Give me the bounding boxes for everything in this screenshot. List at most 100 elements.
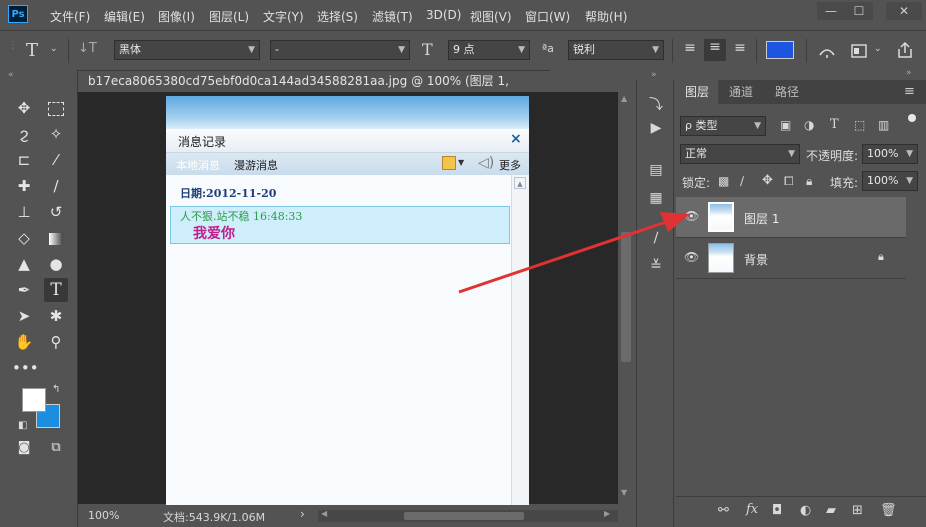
menu-file[interactable]: 文件(F) xyxy=(50,8,90,25)
warp-text-icon[interactable] xyxy=(818,42,836,60)
delete-layer-icon[interactable]: 🗑︎ xyxy=(880,503,897,518)
font-size-select[interactable]: 9 点 ▼ xyxy=(448,40,530,60)
layer-row-background[interactable]: 👁︎ 背景 🔒︎ xyxy=(676,238,906,279)
horizontal-scrollbar[interactable]: ◀ ▶ xyxy=(318,509,618,522)
lock-image-pixels-icon[interactable]: ∕ xyxy=(740,174,744,188)
healing-brush-tool-icon[interactable]: ✚ xyxy=(12,174,36,198)
scroll-thumb[interactable] xyxy=(404,512,524,520)
menu-type[interactable]: 文字(Y) xyxy=(263,8,304,25)
scroll-up-icon[interactable]: ▲ xyxy=(514,177,526,189)
document-tab[interactable]: b17eca8065380cd75ebf0d0ca144ad34588281aa… xyxy=(78,70,550,108)
layer-filter-select[interactable]: ρ 类型 ▼ xyxy=(680,116,766,136)
lock-transparent-pixels-icon[interactable]: ▩ xyxy=(718,174,729,188)
type-tool-preset-icon[interactable]: T xyxy=(26,40,38,61)
menu-view[interactable]: 视图(V) xyxy=(470,8,512,25)
text-color-swatch[interactable] xyxy=(766,41,794,59)
visibility-eye-icon[interactable]: 👁︎ xyxy=(684,209,699,223)
move-tool-icon[interactable]: ✥ xyxy=(12,96,36,120)
fill-input[interactable]: 100% ▼ xyxy=(862,171,918,191)
lasso-tool-icon[interactable]: ϩ xyxy=(12,122,36,146)
tab-channels[interactable]: 通道 xyxy=(720,80,762,104)
pen-tool-icon[interactable]: ✒ xyxy=(12,278,36,302)
menu-window[interactable]: 窗口(W) xyxy=(525,8,570,25)
marquee-tool-icon[interactable] xyxy=(44,96,68,120)
filter-shape-icon[interactable]: ⬚ xyxy=(854,118,865,132)
add-mask-icon[interactable]: ◘ xyxy=(772,503,782,518)
close-window-button[interactable]: ✕ xyxy=(886,2,922,20)
chevron-down-icon[interactable]: ⌄ xyxy=(874,44,882,54)
export-icon[interactable] xyxy=(442,156,456,170)
dodge-tool-icon[interactable]: ● xyxy=(44,252,68,276)
zoom-tool-icon[interactable]: ⚲ xyxy=(44,330,68,354)
menu-select[interactable]: 选择(S) xyxy=(317,8,358,25)
tab-local-messages[interactable]: 本地消息 xyxy=(176,157,220,173)
new-group-icon[interactable]: ▰ xyxy=(826,503,836,518)
filter-toggle-icon[interactable] xyxy=(908,114,916,122)
hand-tool-icon[interactable]: ✋ xyxy=(12,330,36,354)
tab-roaming-messages[interactable]: 漫游消息 xyxy=(234,157,278,173)
toggle-text-orientation-icon[interactable]: ↓T xyxy=(78,41,97,56)
document-canvas[interactable]: 消息记录 × 本地消息 漫游消息 ▼ ◁) 更多 日期:2012-11-20 人… xyxy=(166,96,529,506)
fx-icon[interactable]: fx xyxy=(746,502,758,517)
lock-all-icon[interactable]: 🔒︎ xyxy=(806,174,812,189)
notes-panel-icon[interactable]: ▦ xyxy=(645,190,667,206)
layer-name[interactable]: 图层 1 xyxy=(744,210,779,227)
blur-tool-icon[interactable]: ▲ xyxy=(12,252,36,276)
custom-shape-tool-icon[interactable]: ✱ xyxy=(44,304,68,328)
adjustment-layer-icon[interactable]: ◐ xyxy=(800,503,811,518)
menu-edit[interactable]: 编辑(E) xyxy=(104,8,145,25)
align-center-icon[interactable]: ≡ xyxy=(704,39,726,61)
menu-image[interactable]: 图像(I) xyxy=(158,8,195,25)
menu-filter[interactable]: 滤镜(T) xyxy=(372,8,413,25)
crop-tool-icon[interactable]: ⊏ xyxy=(12,148,36,172)
type-tool-icon[interactable]: T xyxy=(44,278,68,302)
lock-position-icon[interactable]: ✥ xyxy=(762,173,773,188)
character-panel-icon[interactable] xyxy=(850,42,868,60)
filter-pixel-icon[interactable]: ▣ xyxy=(780,118,791,132)
menu-help[interactable]: 帮助(H) xyxy=(585,8,627,25)
more-tools-icon[interactable]: ••• xyxy=(12,356,39,380)
blend-mode-select[interactable]: 正常 ▼ xyxy=(680,144,800,164)
maximize-button[interactable]: ☐ xyxy=(845,2,873,20)
collapse-icon[interactable]: » xyxy=(651,70,657,80)
font-family-select[interactable]: 黑体 ▼ xyxy=(114,40,260,60)
panel-menu-icon[interactable]: ≡ xyxy=(904,84,915,99)
lock-artboard-icon[interactable]: ⧠ xyxy=(784,174,794,189)
speaker-icon[interactable]: ◁) xyxy=(478,155,494,171)
actions-panel-icon[interactable]: ▶ xyxy=(645,120,667,136)
layer-row-layer1[interactable]: 👁︎ 图层 1 xyxy=(676,197,906,238)
tab-paths[interactable]: 路径 xyxy=(766,80,808,104)
scroll-left-icon[interactable]: ◀ xyxy=(321,509,327,518)
history-brush-tool-icon[interactable]: ↺ xyxy=(44,200,68,224)
tab-layers[interactable]: 图层 xyxy=(676,80,718,104)
brush-tool-icon[interactable]: ∕ xyxy=(44,174,68,198)
chat-scrollbar[interactable]: ▲ xyxy=(511,175,529,506)
path-selection-tool-icon[interactable]: ➤ xyxy=(12,304,36,328)
clone-stamp-tool-icon[interactable]: ⊥ xyxy=(12,200,36,224)
eraser-tool-icon[interactable]: ◇ xyxy=(12,226,36,250)
canvas-vertical-scrollbar[interactable]: ▲ ▼ xyxy=(618,92,634,504)
adjustments-panel-icon[interactable]: ≚ xyxy=(645,258,667,274)
chevron-down-icon[interactable]: ▼ xyxy=(458,158,464,167)
scroll-up-icon[interactable]: ▲ xyxy=(621,94,627,103)
scroll-thumb[interactable] xyxy=(621,232,631,362)
chat-close-icon[interactable]: × xyxy=(510,131,522,147)
scroll-down-icon[interactable]: ▼ xyxy=(621,488,627,497)
share-icon[interactable] xyxy=(895,40,915,60)
link-layers-icon[interactable]: ⚯ xyxy=(718,503,729,518)
eyedropper-tool-icon[interactable]: ⁄ xyxy=(44,148,68,172)
swap-colors-icon[interactable]: ↰ xyxy=(52,384,60,395)
minimize-button[interactable]: — xyxy=(817,2,845,20)
default-colors-icon[interactable]: ◧ xyxy=(18,420,27,431)
screen-mode-icon[interactable]: ⧉ xyxy=(44,436,68,460)
font-style-select[interactable]: - ▼ xyxy=(270,40,410,60)
brush-panel-icon[interactable]: ∕ xyxy=(645,230,667,246)
scroll-right-icon[interactable]: ▶ xyxy=(604,509,610,518)
gradient-tool-icon[interactable] xyxy=(44,226,68,250)
menu-layer[interactable]: 图层(L) xyxy=(209,8,249,25)
zoom-level[interactable]: 100% xyxy=(88,509,119,522)
anti-alias-select[interactable]: 锐利 ▼ xyxy=(568,40,664,60)
layer-name[interactable]: 背景 xyxy=(744,251,768,268)
magic-wand-tool-icon[interactable]: ✧ xyxy=(44,122,68,146)
quick-mask-icon[interactable]: ◙ xyxy=(12,436,36,460)
